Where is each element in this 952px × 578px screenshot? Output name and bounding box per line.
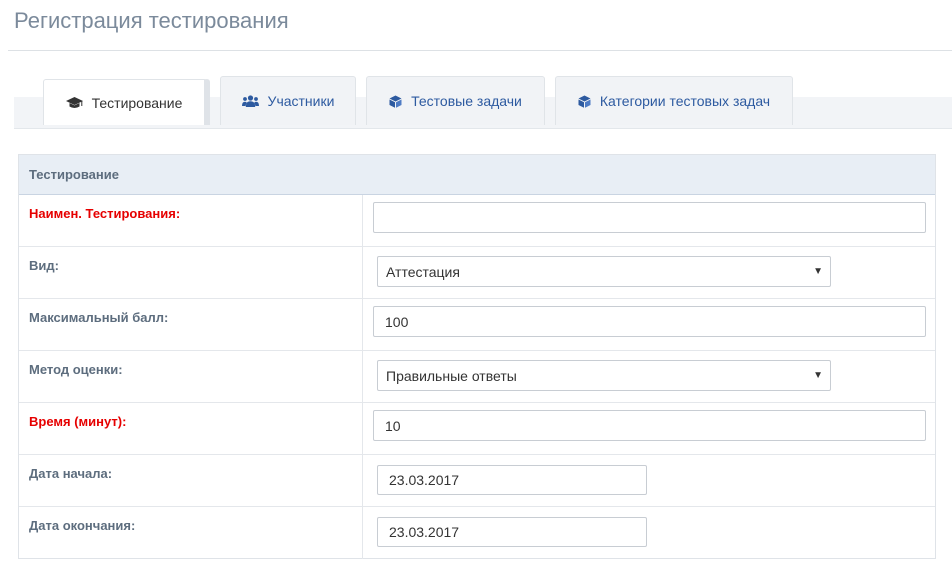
method-label: Метод оценки: (19, 351, 363, 402)
type-select[interactable]: Аттестация ▼ (377, 256, 831, 287)
time-label: Время (минут): (19, 403, 363, 454)
name-label: Наимен. Тестирования: (19, 195, 363, 246)
type-select-value: Аттестация (386, 263, 460, 280)
start-date-input[interactable]: 23.03.2017 (377, 465, 647, 495)
method-select-value: Правильные ответы (386, 367, 517, 384)
cube-icon (578, 95, 591, 108)
form-row-time: Время (минут): 10 (19, 403, 935, 455)
start-date-label: Дата начала: (19, 455, 363, 506)
form-row-end-date: Дата окончания: 23.03.2017 (19, 507, 935, 559)
tab-testing[interactable]: Тестирование (43, 79, 210, 125)
caret-down-icon: ▼ (813, 370, 823, 381)
caret-down-icon: ▼ (813, 266, 823, 277)
tab-label: Участники (267, 93, 335, 109)
tab-label: Тестовые задачи (411, 93, 522, 109)
form-row-method: Метод оценки: Правильные ответы ▼ (19, 351, 935, 403)
cube-icon (389, 95, 402, 108)
tab-label: Тестирование (91, 94, 183, 111)
name-input[interactable] (373, 202, 926, 233)
tab-test-tasks[interactable]: Тестовые задачи (366, 76, 545, 125)
form-row-start-date: Дата начала: 23.03.2017 (19, 455, 935, 507)
method-select[interactable]: Правильные ответы ▼ (377, 360, 831, 391)
graduation-cap-icon (65, 96, 83, 109)
form-row-type: Вид: Аттестация ▼ (19, 247, 935, 299)
time-input[interactable]: 10 (373, 410, 926, 441)
form-header: Тестирование (19, 155, 935, 195)
end-date-input[interactable]: 23.03.2017 (377, 517, 647, 547)
users-icon (241, 95, 259, 107)
form-row-name: Наимен. Тестирования: (19, 195, 935, 247)
max-score-input[interactable]: 100 (373, 306, 926, 337)
tab-label: Категории тестовых задач (599, 93, 771, 109)
page-title: Регистрация тестирования (14, 8, 289, 33)
max-score-label: Максимальный балл: (19, 299, 363, 350)
form-row-max-score: Максимальный балл: 100 (19, 299, 935, 351)
page: Регистрация тестирования Тестирование Уч… (0, 0, 952, 578)
type-label: Вид: (19, 247, 363, 298)
title-divider (8, 50, 952, 51)
tab-task-categories[interactable]: Категории тестовых задач (555, 76, 793, 125)
testing-form: Тестирование Наимен. Тестирования: Вид: … (18, 154, 936, 559)
tab-participants[interactable]: Участники (220, 76, 356, 125)
end-date-label: Дата окончания: (19, 507, 363, 559)
